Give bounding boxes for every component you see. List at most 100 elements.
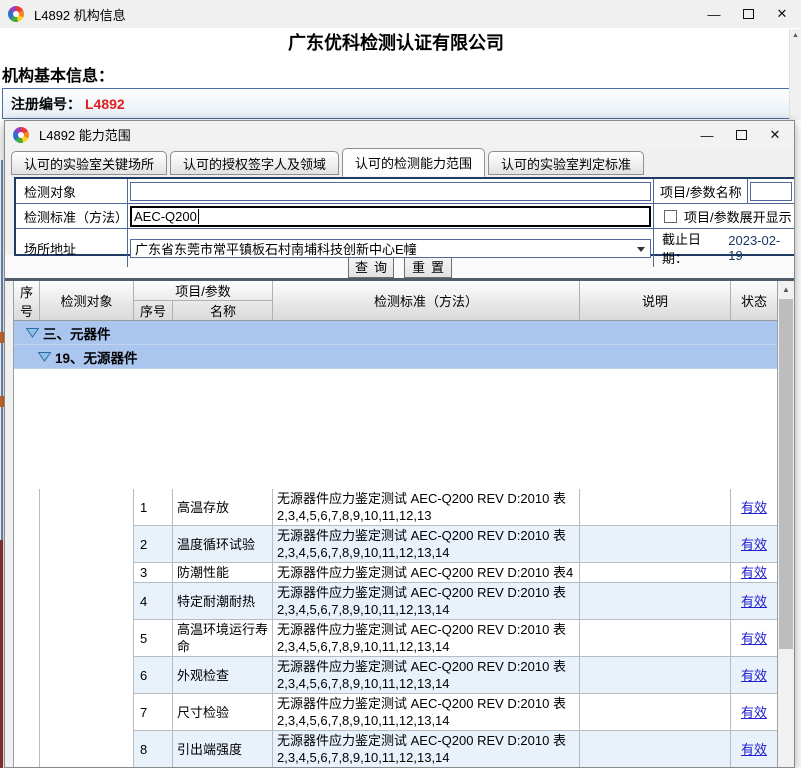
- note-cell: [580, 563, 731, 582]
- status-cell: 有效: [731, 694, 777, 730]
- note-cell: [580, 526, 731, 562]
- tab-testing-capability[interactable]: 认可的检测能力范围: [342, 148, 485, 177]
- table-row: 6 外观检查 无源器件应力鉴定测试 AEC-Q200 REV D:2010 表2…: [134, 657, 777, 694]
- param-seq-cell: 1: [134, 489, 173, 525]
- param-name-cell: 特定耐潮耐热: [173, 583, 273, 619]
- tab-key-locations[interactable]: 认可的实验室关键场所: [11, 151, 167, 175]
- front-window-titlebar: L4892 能力范围 — ✕: [5, 121, 794, 148]
- header-param-name: 名称: [173, 301, 273, 320]
- param-expand-checkbox[interactable]: [664, 210, 677, 223]
- text-caret: [198, 209, 199, 224]
- tab-bar: 认可的实验室关键场所 认可的授权签字人及领域 认可的检测能力范围 认可的实验室判…: [11, 148, 644, 177]
- close-icon[interactable]: ✕: [758, 121, 792, 149]
- param-name-cell: 引出端强度: [173, 731, 273, 767]
- table-row: 8 引出端强度 无源器件应力鉴定测试 AEC-Q200 REV D:2010 表…: [134, 731, 777, 767]
- address-label: 场所地址: [16, 229, 128, 267]
- standard-input-value: AEC-Q200: [134, 209, 197, 224]
- standard-cell: 无源器件应力鉴定测试 AEC-Q200 REV D:2010 表2,3,4,5,…: [273, 694, 580, 730]
- minimize-icon[interactable]: —: [697, 0, 731, 28]
- param-name-cell: 高温环境运行寿命: [173, 620, 273, 656]
- param-name-cell: 外观检查: [173, 657, 273, 693]
- object-column-spacer: [40, 489, 134, 767]
- detect-object-input[interactable]: [130, 182, 651, 201]
- standard-cell: 无源器件应力鉴定测试 AEC-Q200 REV D:2010 表2,3,4,5,…: [273, 620, 580, 656]
- close-icon[interactable]: ✕: [765, 0, 799, 28]
- table-scrollbar[interactable]: ▲: [778, 281, 794, 767]
- status-cell: 有效: [731, 620, 777, 656]
- maximize-icon[interactable]: [731, 0, 765, 28]
- company-title: 广东优科检测认证有限公司: [0, 28, 792, 58]
- table-header: 序号 检测对象 项目/参数 序号 名称 检测标准（方法） 说明 状态: [14, 281, 777, 321]
- registration-row: 注册编号： L4892: [2, 88, 790, 119]
- param-seq-cell: 2: [134, 526, 173, 562]
- app-logo-icon: [8, 6, 24, 22]
- param-seq-cell: 8: [134, 731, 173, 767]
- param-expand-label: 项目/参数展开显示: [684, 207, 792, 226]
- back-window-title: L4892 机构信息: [34, 5, 126, 24]
- capability-window: L4892 能力范围 — ✕ 认可的实验室关键场所 认可的授权签字人及领域 认可…: [4, 120, 795, 768]
- header-note: 说明: [580, 281, 731, 320]
- standard-cell: 无源器件应力鉴定测试 AEC-Q200 REV D:2010 表2,3,4,5,…: [273, 657, 580, 693]
- status-cell: 有效: [731, 731, 777, 767]
- param-name-input[interactable]: [750, 182, 792, 201]
- status-link[interactable]: 有效: [741, 667, 767, 684]
- status-link[interactable]: 有效: [741, 536, 767, 553]
- scroll-up-icon[interactable]: ▲: [790, 29, 801, 43]
- header-param-group: 项目/参数 序号 名称: [134, 281, 273, 320]
- status-link[interactable]: 有效: [741, 593, 767, 610]
- group-row-components[interactable]: 三、元器件: [14, 321, 777, 345]
- form-row-standard: 检测标准（方法） AEC-Q200 项目/参数展开显示: [16, 204, 794, 229]
- note-cell: [580, 694, 731, 730]
- param-name-cell: 防潮性能: [173, 563, 273, 582]
- header-object: 检测对象: [40, 281, 134, 320]
- capability-table: 序号 检测对象 项目/参数 序号 名称 检测标准（方法） 说明 状态 三、元器件: [13, 281, 778, 767]
- form-row-object: 检测对象 项目/参数名称: [16, 179, 794, 204]
- rows-container: 1 高温存放 无源器件应力鉴定测试 AEC-Q200 REV D:2010 表2…: [134, 489, 777, 767]
- group-label: 三、元器件: [43, 323, 111, 343]
- group-label: 19、无源器件: [55, 347, 138, 367]
- status-cell: 有效: [731, 526, 777, 562]
- standard-cell: 无源器件应力鉴定测试 AEC-Q200 REV D:2010 表4: [273, 563, 580, 582]
- param-name-label: 项目/参数名称: [654, 179, 748, 203]
- maximize-icon[interactable]: [724, 121, 758, 149]
- status-cell: 有效: [731, 657, 777, 693]
- background-window-fragment: [1, 160, 3, 540]
- status-link[interactable]: 有效: [741, 499, 767, 516]
- param-seq-cell: 7: [134, 694, 173, 730]
- app-logo-icon: [13, 127, 29, 143]
- scrollbar-thumb[interactable]: [779, 299, 793, 649]
- table-body: 1 高温存放 无源器件应力鉴定测试 AEC-Q200 REV D:2010 表2…: [14, 489, 777, 767]
- status-link[interactable]: 有效: [741, 630, 767, 647]
- status-link[interactable]: 有效: [741, 741, 767, 758]
- status-link[interactable]: 有效: [741, 704, 767, 721]
- form-row-address: 场所地址 广东省东莞市常平镇板石村南埔科技创新中心E幢 截止日期： 2023-0…: [16, 229, 794, 254]
- note-cell: [580, 657, 731, 693]
- status-cell: 有效: [731, 489, 777, 525]
- standard-cell: 无源器件应力鉴定测试 AEC-Q200 REV D:2010 表2,3,4,5,…: [273, 489, 580, 525]
- collapse-triangle-icon[interactable]: [38, 352, 51, 362]
- param-seq-cell: 3: [134, 563, 173, 582]
- table-row: 3 防潮性能 无源器件应力鉴定测试 AEC-Q200 REV D:2010 表4…: [134, 563, 777, 583]
- back-window-scrollbar[interactable]: ▲: [789, 29, 801, 120]
- back-window-controls: — ✕: [697, 0, 799, 28]
- scroll-up-icon[interactable]: ▲: [778, 281, 794, 298]
- param-seq-cell: 6: [134, 657, 173, 693]
- header-status: 状态: [731, 281, 777, 320]
- group-row-passive-components[interactable]: 19、无源器件: [14, 345, 777, 369]
- tab-authorized-signatories[interactable]: 认可的授权签字人及领域: [170, 151, 339, 175]
- address-select[interactable]: 广东省东莞市常平镇板石村南埔科技创新中心E幢: [130, 239, 651, 258]
- search-form: 检测对象 项目/参数名称 检测标准（方法） AEC-Q200: [14, 177, 795, 256]
- param-name-cell: 尺寸检验: [173, 694, 273, 730]
- status-link[interactable]: 有效: [741, 564, 767, 581]
- table-row: 7 尺寸检验 无源器件应力鉴定测试 AEC-Q200 REV D:2010 表2…: [134, 694, 777, 731]
- status-cell: 有效: [731, 563, 777, 582]
- minimize-icon[interactable]: —: [690, 121, 724, 149]
- deadline-label: 截止日期：: [662, 229, 726, 267]
- standard-input[interactable]: AEC-Q200: [130, 206, 651, 227]
- registration-value: L4892: [85, 96, 125, 112]
- seq-column-spacer: [14, 489, 40, 767]
- param-seq-cell: 5: [134, 620, 173, 656]
- collapse-triangle-icon[interactable]: [26, 328, 39, 338]
- tab-lab-criteria[interactable]: 认可的实验室判定标准: [488, 151, 644, 175]
- note-cell: [580, 731, 731, 767]
